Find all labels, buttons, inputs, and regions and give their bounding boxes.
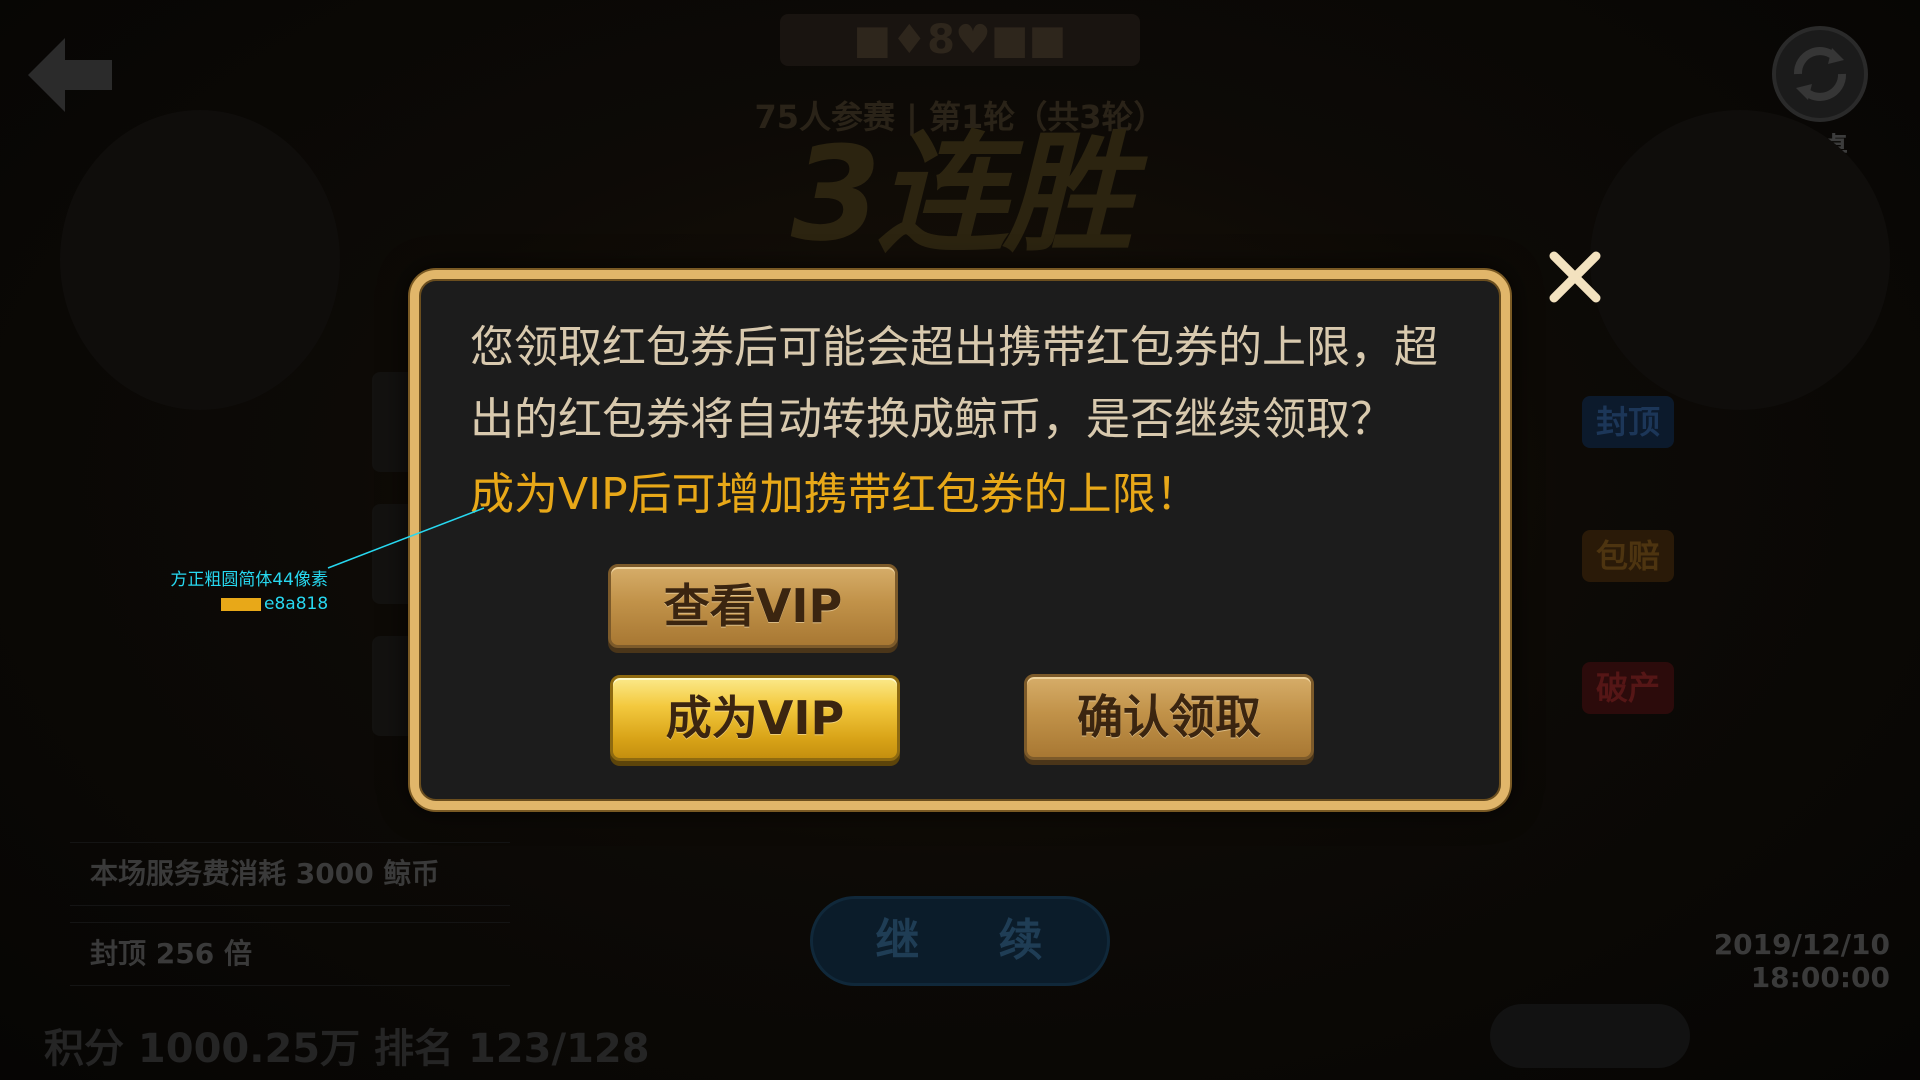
dialog-message-line-2: 出的红包券将自动转换成鲸币，是否继续领取？ xyxy=(470,394,1394,445)
close-icon[interactable] xyxy=(1546,248,1604,306)
font-annotation: 方正粗圆简体44像素 xyxy=(170,570,328,590)
view-vip-button[interactable]: 查看VIP xyxy=(608,564,898,648)
compensation-tag: 包赔 xyxy=(1582,530,1674,582)
service-fee-row: 本场服务费消耗 3000 鲸币 xyxy=(70,842,510,906)
player-avatar-left xyxy=(60,110,340,410)
cap-tag: 封顶 xyxy=(1582,396,1674,448)
game-screen: 换桌 ■♦8♥■■ 75人参赛 | 第1轮（共3轮） 3连胜 封顶 包赔 破产 … xyxy=(0,0,1920,1080)
bankrupt-tag: 破产 xyxy=(1582,662,1674,714)
refresh-icon xyxy=(1794,47,1846,101)
color-annotation: e8a818 xyxy=(264,594,329,614)
continue-button[interactable]: 继 续 xyxy=(810,896,1110,986)
table-title: ■♦8♥■■ xyxy=(780,14,1140,66)
bottom-right-button[interactable] xyxy=(1490,1004,1690,1068)
color-swatch xyxy=(221,598,261,611)
player-avatar-right xyxy=(1590,110,1890,410)
back-arrow-icon[interactable] xyxy=(20,30,120,120)
cap-multiplier-row: 封顶 256 倍 xyxy=(70,922,510,986)
confirm-claim-button[interactable]: 确认领取 xyxy=(1024,674,1314,760)
change-table-button[interactable] xyxy=(1772,26,1868,122)
timestamp: 2019/12/10 18:00:00 xyxy=(1713,928,1890,994)
score-rank-row: 积分 1000.25万 排名 123/128 xyxy=(44,1026,650,1072)
vip-hint: 成为VIP后可增加携带红包券的上限！ xyxy=(470,469,1200,520)
dialog-message-line-1: 您领取红包券后可能会超出携带红包券的上限，超 xyxy=(470,322,1438,373)
become-vip-button[interactable]: 成为VIP xyxy=(610,675,900,761)
win-streak-title: 3连胜 xyxy=(790,118,1133,270)
